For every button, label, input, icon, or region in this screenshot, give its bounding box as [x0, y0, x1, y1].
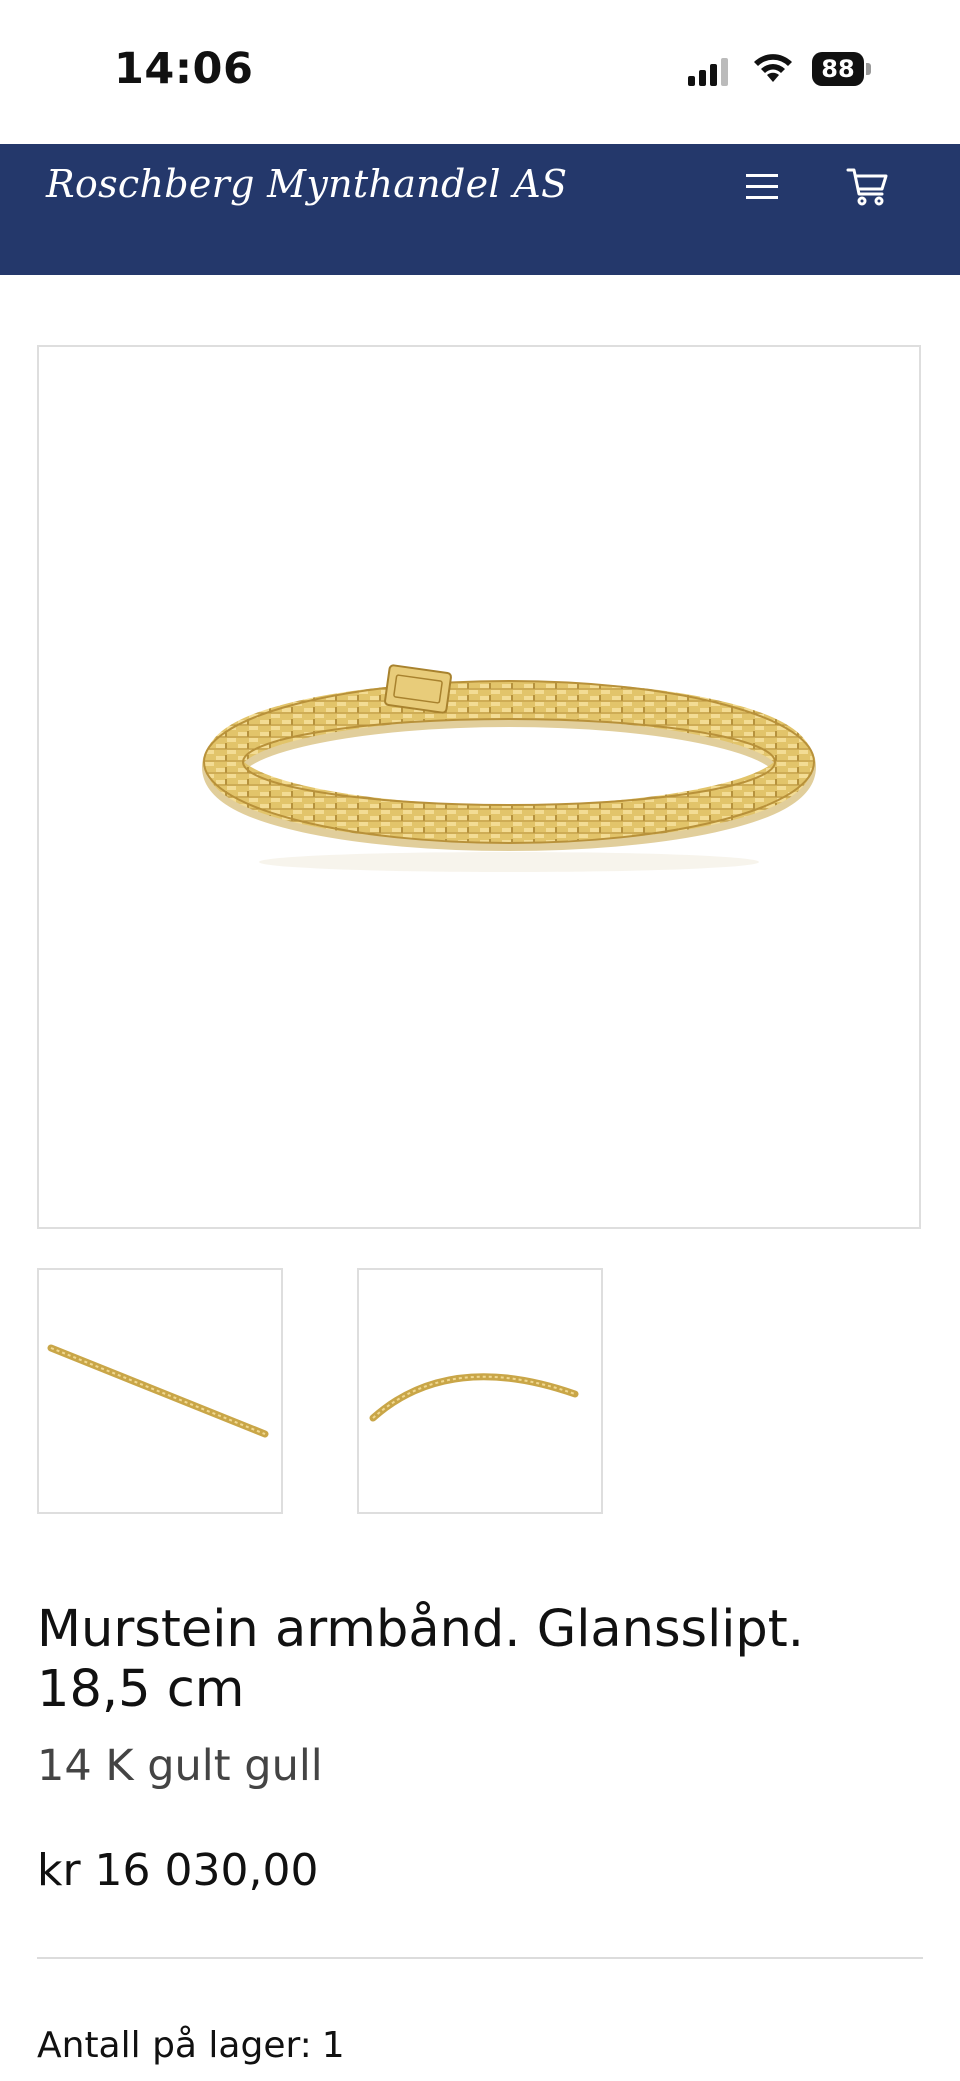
shopping-cart-icon[interactable]	[844, 162, 892, 210]
cellular-signal-icon	[688, 58, 730, 90]
stock-value: 1	[321, 2025, 345, 2066]
product-price: kr 16 030,00	[37, 1845, 319, 1896]
bracelet-image	[202, 664, 816, 872]
bracelet-curved-image	[369, 1373, 579, 1422]
product-title: Murstein armbånd. Glansslipt. 18,5 cm	[37, 1600, 805, 1719]
bracelet-straight-image	[47, 1344, 269, 1438]
hamburger-menu-icon[interactable]	[740, 164, 784, 208]
product-subtitle: 14 K gult gull	[37, 1741, 323, 1791]
wifi-icon	[752, 52, 794, 88]
site-header: Roschberg Mynthandel AS	[0, 144, 960, 275]
stock-label: Antall på lager:	[37, 2025, 312, 2066]
status-time: 14:06	[114, 44, 254, 94]
status-bar: 14:06 88	[0, 0, 960, 144]
thumbnail-image-1[interactable]	[37, 1268, 283, 1514]
main-product-image[interactable]	[37, 345, 921, 1229]
divider	[37, 1957, 923, 1959]
stock-info: Antall på lager: 1	[37, 2025, 345, 2066]
battery-icon: 88	[812, 52, 871, 86]
battery-level: 88	[821, 55, 855, 83]
thumbnail-image-2[interactable]	[357, 1268, 603, 1514]
site-logo[interactable]: Roschberg Mynthandel AS	[46, 162, 567, 206]
